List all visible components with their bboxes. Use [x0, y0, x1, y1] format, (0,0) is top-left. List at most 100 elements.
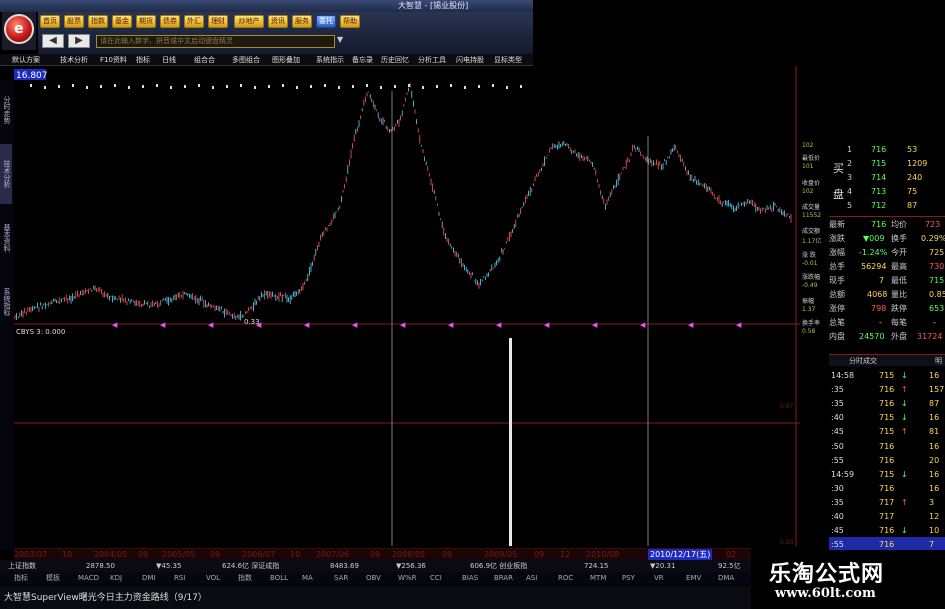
signal-marker-icon: ◀ [160, 321, 166, 329]
toolbar-button-finance[interactable]: 理财 [208, 15, 228, 28]
function-bar: 默认方案 技术分析 F10资料 指标 日线 组合合 多图组合 图形叠加 系统指示… [0, 54, 533, 66]
indicator-tab[interactable]: W%R [398, 572, 416, 584]
indicator-tab[interactable]: VOL [206, 572, 220, 584]
tick-price: 717 [879, 497, 895, 507]
tick-volume: 16 [929, 413, 940, 423]
tick-arrow: ↑ [901, 427, 908, 437]
indicator-tab[interactable]: OBV [366, 572, 381, 584]
dazhihui-logo-icon: e [4, 14, 34, 44]
func-analysis-tools[interactable]: 分析工具 [418, 54, 446, 66]
indicator-tab[interactable]: KDJ [110, 572, 122, 584]
orderbook-row[interactable]: 4 713 75 [829, 185, 945, 199]
back-button[interactable]: ◀ [42, 34, 64, 48]
indicator-tab[interactable]: RSI [174, 572, 185, 584]
signal-marker-icon: ◀ [640, 321, 646, 329]
tick-row[interactable]: :50 716 16 [829, 439, 945, 454]
indicator-tab[interactable]: 模板 [46, 572, 60, 584]
tick-row[interactable]: :30 716 16 [829, 481, 945, 496]
quote-label: 换手 [891, 234, 907, 243]
mini-label: 涨跌幅 [802, 274, 821, 281]
quote-value: 730 [929, 262, 945, 271]
func-combo[interactable]: 组合合 [194, 54, 215, 66]
toolbar-button-realestate[interactable]: 炒地产 [234, 15, 264, 28]
app-logo[interactable]: e [2, 12, 36, 50]
indicator-tab[interactable]: BIAS [462, 572, 478, 584]
indicator-tab[interactable]: MACD [78, 572, 99, 584]
toolbar-button-forex[interactable]: 外汇 [184, 15, 204, 28]
toolbar-button-bond[interactable]: 债券 [160, 15, 180, 28]
indicator-tab[interactable]: MA [302, 572, 313, 584]
indicator-tab[interactable]: PSY [622, 572, 635, 584]
toolbar-button-futures[interactable]: 期货 [136, 15, 156, 28]
indicator-tab[interactable]: SAR [334, 572, 348, 584]
tick-row[interactable]: :45 716 ↓ 10 [829, 523, 945, 538]
tick-row[interactable]: :45 715 ↑ 81 [829, 424, 945, 439]
indicator-tab[interactable]: EMV [686, 572, 701, 584]
orderbook-row[interactable]: 3 714 240 [829, 171, 945, 185]
level: 4 [847, 187, 853, 196]
keyboard-wizard-input[interactable]: 请在此输入数字、拼音或中文启动键盘精灵 [96, 35, 335, 48]
orderbook-row[interactable]: 1 716 53 [829, 143, 945, 157]
func-tech-analysis[interactable]: 技术分析 [60, 54, 88, 66]
func-flash-hold[interactable]: 闪电持股 [456, 54, 484, 66]
top-marker [394, 85, 396, 88]
status-text: 大智慧SuperView曙光今日主力资金路线（9/17） [4, 593, 207, 603]
top-marker [492, 84, 494, 87]
tick-row[interactable]: :35 716 ↑ 157 [829, 382, 945, 397]
date-axis[interactable]: 2003/07 10 2004/05 09 2005/05 09 2006/07… [14, 548, 751, 561]
toolbar-button-service[interactable]: 服务 [292, 15, 312, 28]
toolbar-button-trade[interactable]: 委托 [316, 15, 336, 28]
signal-marker-icon: ◀ [736, 321, 742, 329]
tick-row[interactable]: :35 716 ↓ 87 [829, 396, 945, 411]
status-bar[interactable]: 大智慧SuperView曙光今日主力资金路线（9/17） [0, 586, 751, 609]
tick-price: 716 [879, 441, 895, 451]
indicator-tab[interactable]: MTM [590, 572, 606, 584]
indicator-tab[interactable]: BRAR [494, 572, 513, 584]
tick-row[interactable]: 14:58 715 ↓ 16 [829, 368, 945, 383]
indicator-tab[interactable]: VR [654, 572, 664, 584]
toolbar-button-help[interactable]: 帮助 [340, 15, 360, 28]
func-display-type[interactable]: 显标类型 [494, 54, 522, 66]
func-daily[interactable]: 日线 [162, 54, 176, 66]
tick-list-header[interactable]: 分时成交 明 [829, 354, 945, 366]
tick-row[interactable]: :55 716 20 [829, 453, 945, 468]
toolbar-button-index[interactable]: 指数 [88, 15, 108, 28]
indicator-tab[interactable]: DMA [718, 572, 734, 584]
func-indicator[interactable]: 指标 [136, 54, 150, 66]
tick-row[interactable]: 14:59 715 ↓ 16 [829, 467, 945, 482]
toolbar-button-news[interactable]: 资讯 [268, 15, 288, 28]
tick-row[interactable]: :40 717 12 [829, 509, 945, 524]
indicator-tab[interactable]: ROC [558, 572, 573, 584]
indicator-tab[interactable]: BOLL [270, 572, 288, 584]
orderbook-row[interactable]: 5 712 87 [829, 199, 945, 213]
func-f10[interactable]: F10资料 [100, 54, 127, 66]
top-marker [338, 86, 340, 89]
indicator-tab[interactable]: DMI [142, 572, 156, 584]
quote-panel: 102 最低价 101 收盘价 102 成交量 11552 成交额 1.17亿 … [800, 140, 945, 553]
func-history[interactable]: 历史回忆 [381, 54, 409, 66]
indicator-tab[interactable]: 指标 [14, 572, 28, 584]
forward-button[interactable]: ▶ [68, 34, 90, 48]
func-memo[interactable]: 备忘录 [352, 54, 373, 66]
market-index-bar[interactable]: 上证指数 2878.50 ▼45.35 624.6亿 深证成指 8483.69 … [0, 560, 751, 572]
quote-label: 涨跌 [829, 234, 845, 243]
bid-price: 712 [871, 201, 887, 210]
func-multi-chart[interactable]: 多图组合 [232, 54, 260, 66]
func-default-scheme[interactable]: 默认方案 [12, 54, 40, 66]
func-system-hint[interactable]: 系统指示 [316, 54, 344, 66]
toolbar-button-stock[interactable]: 股票 [64, 15, 84, 28]
mini-info-column: 102 最低价 101 收盘价 102 成交量 11552 成交额 1.17亿 … [800, 140, 829, 340]
orderbook-row[interactable]: 2 715 1209 [829, 157, 945, 171]
tick-row[interactable]: :40 715 ↓ 16 [829, 410, 945, 425]
toolbar-button-fund[interactable]: 基金 [112, 15, 132, 28]
func-overlay[interactable]: 图形叠加 [272, 54, 300, 66]
top-marker [198, 84, 200, 87]
tick-row[interactable]: :35 717 ↑ 3 [829, 495, 945, 510]
signal-marker-icon: ◀ [400, 321, 406, 329]
toolbar-button-home[interactable]: 首页 [40, 15, 60, 28]
indicator-tab[interactable]: CCI [430, 572, 442, 584]
indicator-tab[interactable]: ASI [526, 572, 537, 584]
kline-chart[interactable]: 16.807 CBYS 3: 0.000 0.33 0.67 0.00 ◀ ◀ ◀ ◀… [0, 66, 800, 546]
search-dropdown-icon[interactable]: ▼ [337, 35, 343, 44]
indicator-tab[interactable]: 指数 [238, 572, 252, 584]
